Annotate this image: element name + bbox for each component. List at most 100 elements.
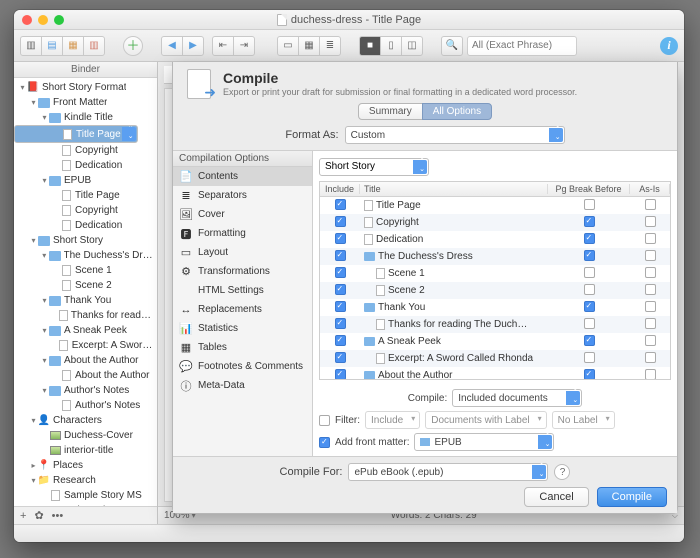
binder-item[interactable]: ▾📕Short Story Format bbox=[14, 80, 157, 95]
pgbreak-checkbox[interactable] bbox=[584, 318, 595, 329]
include-checkbox[interactable] bbox=[335, 216, 346, 227]
pgbreak-checkbox[interactable] bbox=[584, 233, 595, 244]
table-row[interactable]: Scene 1 bbox=[320, 265, 670, 282]
asis-checkbox[interactable] bbox=[645, 199, 656, 210]
layout-button[interactable]: ▦ bbox=[62, 36, 84, 56]
binder-item[interactable]: Scene 2 bbox=[14, 278, 157, 293]
front-matter-select[interactable]: EPUB bbox=[414, 433, 554, 451]
pgbreak-checkbox[interactable] bbox=[584, 352, 595, 363]
help-button[interactable]: ? bbox=[554, 464, 570, 480]
binder-item[interactable]: ▾Thank You bbox=[14, 293, 157, 308]
include-checkbox[interactable] bbox=[335, 284, 346, 295]
col-pgbreak[interactable]: Pg Break Before bbox=[548, 184, 630, 194]
compile-for-select[interactable]: ePub eBook (.epub) bbox=[348, 463, 548, 481]
include-checkbox[interactable] bbox=[335, 318, 346, 329]
binder-item[interactable]: Copyright bbox=[14, 143, 157, 158]
split-none-button[interactable]: ▯ bbox=[380, 36, 402, 56]
front-matter-checkbox[interactable] bbox=[319, 437, 330, 448]
binder-item[interactable]: About the Author bbox=[14, 368, 157, 383]
asis-checkbox[interactable] bbox=[645, 216, 656, 227]
binder-item[interactable]: ▸📍Places bbox=[14, 458, 157, 473]
asis-checkbox[interactable] bbox=[645, 267, 656, 278]
binder-item[interactable]: ▾Front Matter bbox=[14, 95, 157, 110]
table-row[interactable]: Scene 2 bbox=[320, 282, 670, 299]
binder-item[interactable]: ▾Short Story bbox=[14, 233, 157, 248]
option-transformations[interactable]: ⚙Transformations bbox=[173, 262, 312, 281]
asis-checkbox[interactable] bbox=[645, 233, 656, 244]
split-h-button[interactable]: ◫ bbox=[401, 36, 423, 56]
option-replacements[interactable]: ↔Replacements bbox=[173, 300, 312, 319]
tab-all-options[interactable]: All Options bbox=[422, 103, 492, 120]
binder-tree[interactable]: ▾📕Short Story Format▾Front Matter▾Kindle… bbox=[14, 78, 157, 506]
pgbreak-checkbox[interactable] bbox=[584, 369, 595, 380]
option-cover[interactable]: 🖼Cover bbox=[173, 205, 312, 224]
pgbreak-checkbox[interactable] bbox=[584, 301, 595, 312]
asis-checkbox[interactable] bbox=[645, 352, 656, 363]
col-include[interactable]: Include bbox=[320, 184, 360, 194]
table-row[interactable]: Thank You bbox=[320, 299, 670, 316]
table-row[interactable]: Thanks for reading The Duch… bbox=[320, 316, 670, 333]
binder-item[interactable]: Title Page bbox=[14, 188, 157, 203]
binder-toggle-button[interactable]: ▥ bbox=[20, 36, 42, 56]
option-layout[interactable]: ▭Layout bbox=[173, 243, 312, 262]
filter-value-select[interactable]: No Label bbox=[552, 411, 615, 429]
pgbreak-checkbox[interactable] bbox=[584, 216, 595, 227]
binder-item[interactable]: Duchess-Cover bbox=[14, 428, 157, 443]
option-formatting[interactable]: 🅵Formatting bbox=[173, 224, 312, 243]
pgbreak-checkbox[interactable] bbox=[584, 335, 595, 346]
nav-back-button[interactable]: ◀ bbox=[161, 36, 183, 56]
view-cork-button[interactable]: ▦ bbox=[298, 36, 320, 56]
option-meta-data[interactable]: ⓘMeta-Data bbox=[173, 376, 312, 395]
format-as-select[interactable]: Custom bbox=[345, 126, 565, 144]
add-button[interactable]: ＋ bbox=[123, 36, 143, 56]
asis-checkbox[interactable] bbox=[645, 335, 656, 346]
table-row[interactable]: Title Page bbox=[320, 197, 670, 214]
search-input[interactable] bbox=[467, 36, 577, 56]
col-title[interactable]: Title bbox=[360, 184, 548, 194]
scope-select[interactable]: Short Story bbox=[319, 158, 429, 176]
table-row[interactable]: The Duchess's Dress bbox=[320, 248, 670, 265]
outdent-button[interactable]: ⇤ bbox=[212, 36, 234, 56]
filter-mode-select[interactable]: Include bbox=[365, 411, 420, 429]
include-checkbox[interactable] bbox=[335, 335, 346, 346]
include-checkbox[interactable] bbox=[335, 352, 346, 363]
binder-more-button[interactable]: ••• bbox=[52, 510, 64, 522]
binder-item[interactable]: Dedication bbox=[14, 158, 157, 173]
binder-item[interactable]: ▾The Duchess's Dress bbox=[14, 248, 157, 263]
include-checkbox[interactable] bbox=[335, 267, 346, 278]
binder-item[interactable]: ▾A Sneak Peek bbox=[14, 323, 157, 338]
collection-button[interactable]: ▤ bbox=[41, 36, 63, 56]
asis-checkbox[interactable] bbox=[645, 284, 656, 295]
binder-item[interactable]: Thanks for reading T… bbox=[14, 308, 157, 323]
col-asis[interactable]: As-Is bbox=[630, 184, 670, 194]
compose-mode-button[interactable]: ■ bbox=[359, 36, 381, 56]
table-row[interactable]: A Sneak Peek bbox=[320, 333, 670, 350]
option-contents[interactable]: 📄Contents bbox=[173, 167, 312, 186]
binder-item[interactable]: ▾👤Characters bbox=[14, 413, 157, 428]
binder-item[interactable]: Scene 1 bbox=[14, 263, 157, 278]
table-row[interactable]: Dedication bbox=[320, 231, 670, 248]
option-footnotes-comments[interactable]: 💬Footnotes & Comments bbox=[173, 357, 312, 376]
asis-checkbox[interactable] bbox=[645, 250, 656, 261]
tab-summary[interactable]: Summary bbox=[358, 103, 423, 120]
binder-item[interactable]: Title Page bbox=[14, 125, 138, 143]
option-html-settings[interactable]: HTML Settings bbox=[173, 281, 312, 300]
indent-button[interactable]: ⇥ bbox=[233, 36, 255, 56]
contents-table[interactable]: Include Title Pg Break Before As-Is Titl… bbox=[319, 181, 671, 381]
view-outline-button[interactable]: ≣ bbox=[319, 36, 341, 56]
view-doc-button[interactable]: ▭ bbox=[277, 36, 299, 56]
binder-item[interactable]: Sample Story MS bbox=[14, 488, 157, 503]
compile-scope-select[interactable]: Included documents bbox=[452, 389, 582, 407]
binder-item[interactable]: Copyright bbox=[14, 203, 157, 218]
option-separators[interactable]: ≣Separators bbox=[173, 186, 312, 205]
binder-item[interactable]: interior-title bbox=[14, 443, 157, 458]
include-checkbox[interactable] bbox=[335, 233, 346, 244]
table-row[interactable]: Copyright bbox=[320, 214, 670, 231]
binder-gear-button[interactable]: ✿ bbox=[34, 509, 43, 522]
table-row[interactable]: Excerpt: A Sword Called Rhonda bbox=[320, 350, 670, 367]
option-tables[interactable]: ▦Tables bbox=[173, 338, 312, 357]
filter-checkbox[interactable] bbox=[319, 415, 330, 426]
asis-checkbox[interactable] bbox=[645, 369, 656, 380]
filter-kind-select[interactable]: Documents with Label bbox=[425, 411, 546, 429]
pgbreak-checkbox[interactable] bbox=[584, 284, 595, 295]
